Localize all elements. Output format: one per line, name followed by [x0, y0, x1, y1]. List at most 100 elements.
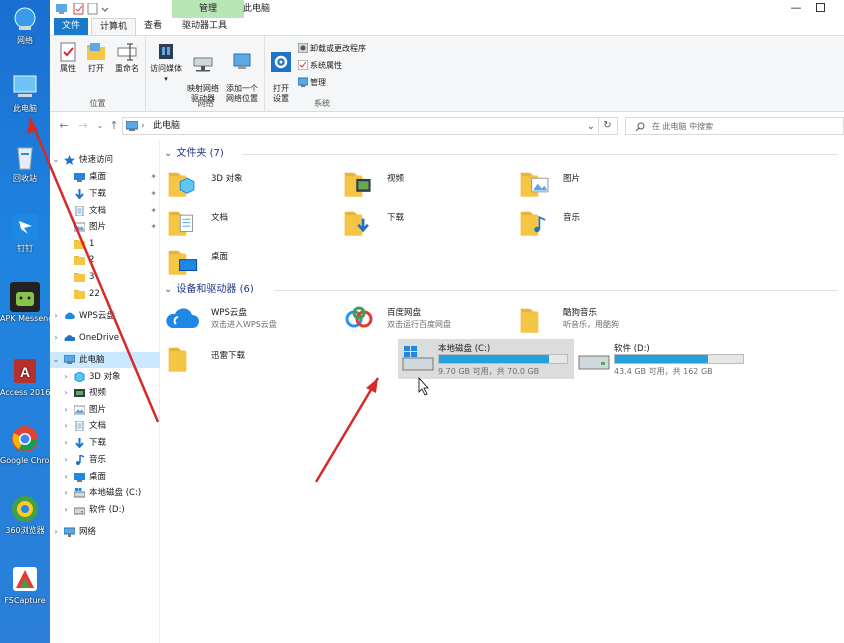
folders-section-header[interactable]: ⌄ 文件夹 (7): [164, 147, 840, 161]
desktop-strip: 网络 此电脑 回收站 钉钉 APK Messenger A Access 201…: [0, 0, 50, 643]
folder-tile[interactable]: 音乐: [516, 203, 686, 241]
nav-item[interactable]: › OneDrive: [50, 330, 160, 346]
tab-computer[interactable]: 计算机: [91, 18, 137, 35]
folder-tile[interactable]: 视频: [340, 164, 510, 202]
up-button[interactable]: ↑: [107, 118, 121, 134]
folder-icon: [74, 289, 85, 299]
chevron-right-icon[interactable]: ›: [62, 452, 70, 468]
open-settings-button[interactable]: 打开 设置: [268, 42, 294, 104]
nav-item[interactable]: 下载 ✦: [50, 186, 160, 202]
refresh-button[interactable]: ↻: [598, 118, 616, 134]
desktop-icon-access[interactable]: A Access 2016: [0, 356, 50, 398]
nav-item[interactable]: › 图片: [50, 402, 160, 418]
access-media-button[interactable]: 访问媒体 ▾: [149, 42, 183, 84]
nav-item[interactable]: 图片 ✦: [50, 219, 160, 235]
nav-item[interactable]: › 软件 (D:): [50, 502, 160, 518]
nav-item[interactable]: › 下载: [50, 435, 160, 451]
rename-button[interactable]: 重命名: [112, 42, 142, 74]
devices-section-header[interactable]: ⌄ 设备和驱动器 (6): [164, 283, 840, 297]
map-network-drive-button[interactable]: 映射网络 驱动器: [185, 42, 221, 104]
desktop-icon-this-pc[interactable]: 此电脑: [0, 72, 50, 114]
address-bar[interactable]: › 此电脑 ⌄: [122, 117, 618, 135]
settings-gear-icon: [271, 52, 291, 72]
folder-tile[interactable]: 下载: [340, 203, 510, 241]
drive-tile[interactable]: 软件 (D:) 43.4 GB 可用，共 162 GB: [574, 339, 750, 379]
forward-button[interactable]: →: [76, 118, 90, 134]
back-button[interactable]: ←: [57, 118, 71, 134]
desktop-folder-icon: [74, 472, 85, 482]
chevron-right-icon[interactable]: ›: [52, 330, 60, 346]
desktop-icon-network[interactable]: 网络: [0, 4, 50, 46]
nav-item[interactable]: › 桌面: [50, 469, 160, 485]
nav-item[interactable]: 1: [50, 236, 160, 252]
nav-item[interactable]: › 音乐: [50, 452, 160, 468]
chevron-right-icon[interactable]: ›: [62, 369, 70, 385]
desktop-icon-fscapture[interactable]: FSCapture: [0, 564, 50, 606]
folder-tile[interactable]: 3D 对象: [164, 164, 334, 202]
device-tile[interactable]: WPS云盘 双击进入WPS云盘: [164, 300, 334, 338]
chevron-right-icon[interactable]: ›: [62, 485, 70, 501]
breadcrumb-separator-icon[interactable]: ›: [141, 118, 145, 135]
nav-item[interactable]: › 视频: [50, 385, 160, 401]
tab-file[interactable]: 文件: [54, 18, 89, 35]
device-tile[interactable]: 百度网盘 双击运行百度网盘: [340, 300, 510, 338]
minimize-button[interactable]: —: [786, 0, 806, 16]
nav-item[interactable]: › 文档: [50, 418, 160, 434]
drive-usage-fill: [615, 355, 708, 363]
pin-icon[interactable]: ✦: [150, 219, 157, 235]
folder-tile[interactable]: 文档: [164, 203, 334, 241]
desktop-icon-360-browser[interactable]: 360浏览器: [0, 494, 50, 536]
chevron-down-icon[interactable]: ⌄: [52, 352, 60, 368]
nav-item[interactable]: 22: [50, 286, 160, 302]
chevron-right-icon[interactable]: ›: [62, 469, 70, 485]
search-input[interactable]: 在 此电脑 中搜索: [652, 118, 713, 135]
system-properties-button[interactable]: 系统属性: [297, 59, 342, 73]
nav-item[interactable]: 2: [50, 252, 160, 268]
nav-item-label: 文档: [89, 421, 107, 431]
nav-item[interactable]: › 本地磁盘 (C:): [50, 485, 160, 501]
device-tile[interactable]: 酷狗音乐 听音乐，用酷狗: [516, 300, 686, 338]
chevron-right-icon[interactable]: ›: [52, 524, 60, 540]
music-icon: [74, 453, 85, 465]
nav-item[interactable]: ⌄ 快速访问: [50, 152, 160, 168]
desktop-icon-chrome[interactable]: Google Chrome: [0, 424, 50, 466]
pin-icon[interactable]: ✦: [150, 186, 157, 202]
nav-item[interactable]: › WPS云盘: [50, 308, 160, 324]
desktop-icon-apk-messenger[interactable]: APK Messenger: [0, 282, 50, 324]
drive-tile[interactable]: 本地磁盘 (C:) 9.70 GB 可用，共 70.0 GB: [398, 339, 574, 379]
chevron-right-icon[interactable]: ›: [62, 435, 70, 451]
pin-icon[interactable]: ✦: [150, 203, 157, 219]
uninstall-program-button[interactable]: 卸载或更改程序: [297, 42, 366, 56]
maximize-button[interactable]: [816, 3, 825, 12]
folder-tile[interactable]: 桌面: [164, 242, 334, 280]
nav-item[interactable]: ⌄ 此电脑: [50, 352, 160, 368]
chevron-right-icon[interactable]: ›: [62, 502, 70, 518]
nav-item[interactable]: › 3D 对象: [50, 369, 160, 385]
open-button[interactable]: 打开: [84, 42, 108, 74]
chevron-right-icon[interactable]: ›: [62, 402, 70, 418]
folder-tile[interactable]: 图片: [516, 164, 686, 202]
desktop-icon-dingtalk[interactable]: 钉钉: [0, 212, 50, 254]
nav-item[interactable]: 3: [50, 269, 160, 285]
nav-item[interactable]: 桌面 ✦: [50, 169, 160, 185]
search-box[interactable]: 在 此电脑 中搜索: [625, 117, 844, 135]
chevron-right-icon[interactable]: ›: [62, 418, 70, 434]
breadcrumb[interactable]: 此电脑: [153, 118, 180, 135]
quick-access-toolbar-icon[interactable]: [55, 3, 115, 15]
properties-button[interactable]: 属性: [56, 42, 80, 74]
nav-item[interactable]: › 网络: [50, 524, 160, 540]
chevron-right-icon[interactable]: ›: [52, 308, 60, 324]
nav-item[interactable]: 文档 ✦: [50, 203, 160, 219]
device-tile[interactable]: 迅雷下载: [164, 339, 334, 377]
add-network-location-button[interactable]: 添加一个 网络位置: [223, 42, 261, 104]
chevron-down-icon[interactable]: ⌄: [52, 152, 60, 168]
tab-drive-tools[interactable]: 驱动器工具: [174, 18, 235, 35]
manage-button[interactable]: 管理: [297, 76, 326, 90]
tab-view[interactable]: 查看: [136, 18, 170, 35]
desktop-icon-recycle-bin[interactable]: 回收站: [0, 142, 50, 184]
chevron-right-icon[interactable]: ›: [62, 385, 70, 401]
address-dropdown-chevron-down-icon[interactable]: ⌄: [587, 118, 595, 135]
pin-icon[interactable]: ✦: [150, 169, 157, 185]
manage-band[interactable]: 管理: [172, 0, 244, 18]
recent-locations-button[interactable]: ⌄: [93, 118, 107, 134]
